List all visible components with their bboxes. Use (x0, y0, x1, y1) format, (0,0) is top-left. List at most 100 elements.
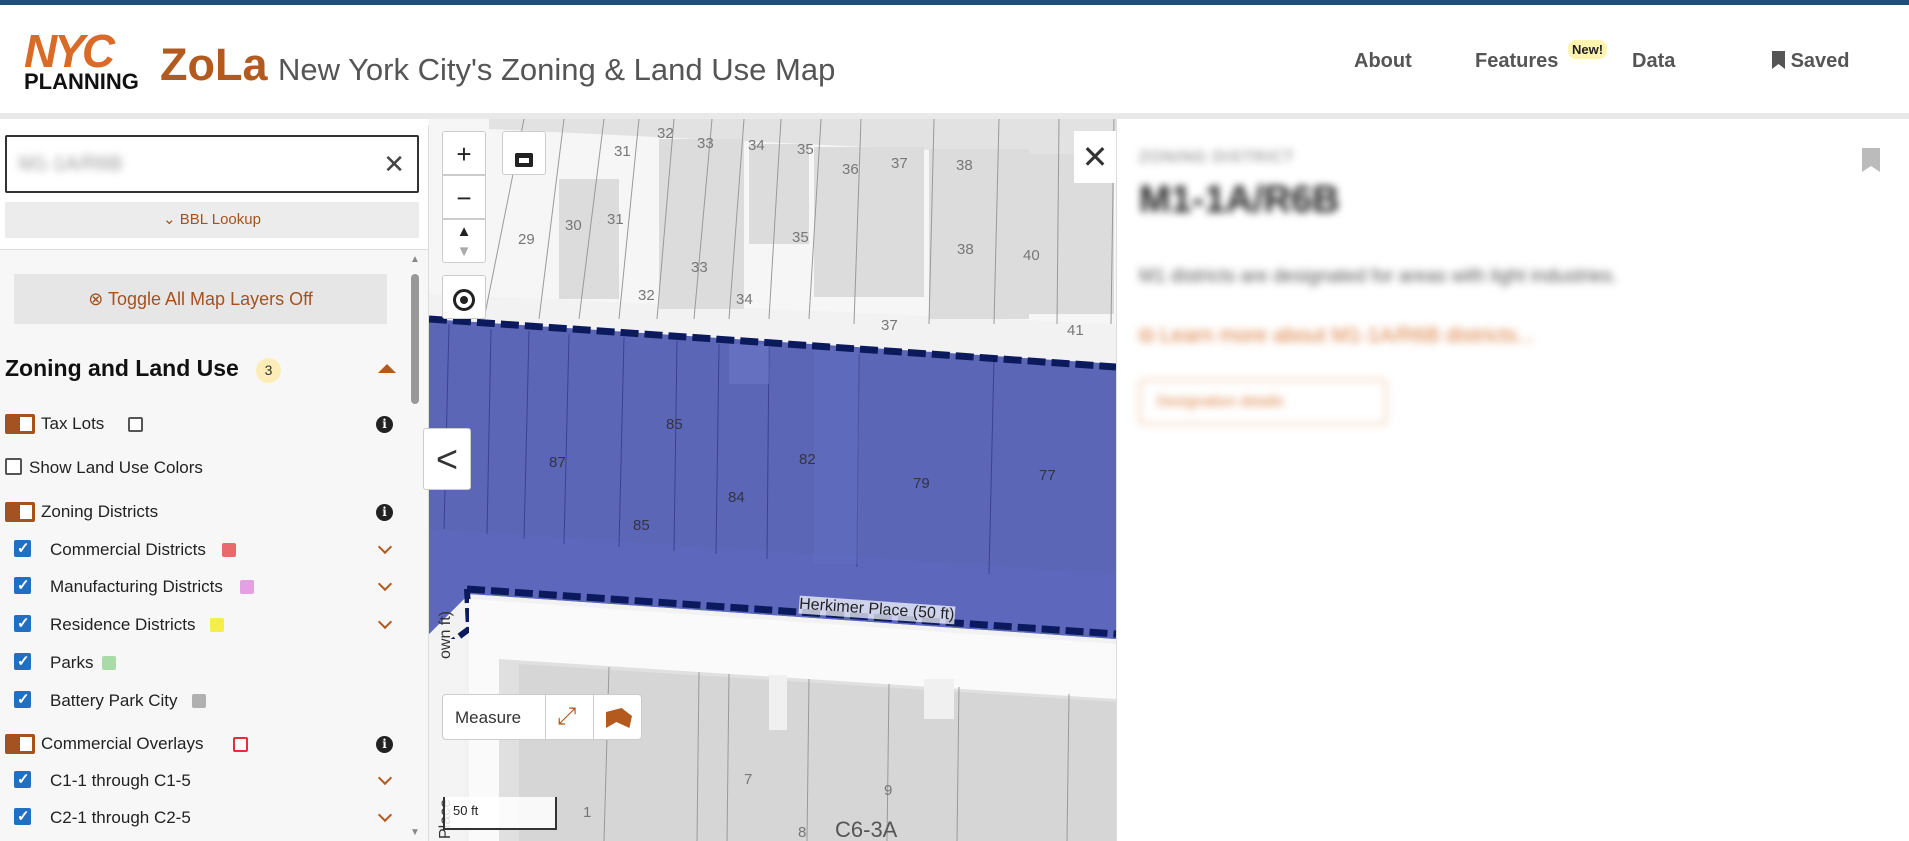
chevron-down-icon: ⌄ (163, 211, 176, 228)
lot-number: 33 (697, 135, 714, 152)
chevron-down-icon[interactable] (377, 770, 393, 786)
lot-number: 36 (842, 161, 859, 178)
layer-c2: C2-1 through C2-5 (0, 804, 400, 832)
manufacturing-districts-checkbox[interactable] (14, 576, 31, 594)
chevron-down-icon[interactable] (377, 614, 393, 630)
land-use-colors-checkbox[interactable] (5, 458, 22, 475)
commercial-districts-checkbox[interactable] (14, 539, 31, 557)
residence-swatch (210, 618, 224, 632)
chevron-down-icon[interactable] (377, 576, 393, 592)
divider (545, 695, 546, 741)
chevron-down-icon[interactable] (377, 539, 393, 555)
commercial-overlays-legend-box (233, 737, 248, 752)
sidebar: M1-1A/R6B ✕ ⌄ BBL Lookup ⊗ Toggle All Ma… (0, 125, 429, 841)
zoom-in-button[interactable]: + (442, 131, 486, 175)
battery-park-city-swatch (192, 694, 206, 708)
layer-parks: Parks (0, 649, 400, 677)
info-icon[interactable]: i (376, 736, 393, 753)
collapse-sidebar-button[interactable]: < (423, 428, 471, 490)
battery-park-city-checkbox[interactable] (14, 690, 31, 708)
residence-districts-checkbox[interactable] (14, 614, 31, 632)
info-icon[interactable]: i (376, 416, 393, 433)
scrollbar-thumb[interactable] (411, 274, 419, 404)
measure-distance-icon[interactable]: ⤢ (557, 703, 576, 731)
c2-checkbox[interactable] (14, 807, 31, 825)
lot-number: 77 (1039, 467, 1056, 484)
external-link-icon: ⧉ (1139, 324, 1160, 347)
app-subtitle: New York City's Zoning & Land Use Map (278, 52, 836, 87)
nav-data[interactable]: Data (1632, 50, 1675, 73)
scroll-down-icon[interactable]: ▼ (410, 827, 420, 838)
layer-zoning-districts: Zoning Districts i (0, 498, 400, 526)
layer-commercial-districts: Commercial Districts (0, 536, 400, 564)
app-brand[interactable]: ZoLa (160, 39, 268, 91)
bbl-lookup-button[interactable]: ⌄ BBL Lookup (5, 202, 419, 238)
residence-districts-label: Residence Districts (50, 615, 196, 634)
lot-number: 85 (666, 416, 683, 433)
section-title[interactable]: Zoning and Land Use (5, 355, 239, 382)
layer-battery-park-city: Battery Park City (0, 687, 400, 715)
lot-number: 29 (518, 231, 535, 248)
clear-search-icon[interactable]: ✕ (383, 149, 405, 180)
close-panel-button[interactable]: ✕ (1074, 131, 1116, 183)
print-button[interactable] (502, 131, 546, 175)
lot-number: 34 (748, 137, 765, 154)
lot-number: 37 (881, 317, 898, 334)
nyc-planning-logo[interactable]: NYC PLANNING (24, 28, 140, 93)
geolocate-button[interactable] (442, 275, 486, 319)
lot-number: 79 (913, 475, 930, 492)
caret-up-icon[interactable] (378, 364, 396, 373)
lot-number: 85 (633, 517, 650, 534)
zoning-districts-toggle[interactable] (5, 502, 35, 522)
tax-lots-toggle[interactable] (5, 414, 35, 434)
nav-saved[interactable]: Saved (1772, 50, 1850, 73)
parks-checkbox[interactable] (14, 652, 31, 670)
scroll-up-icon[interactable]: ▲ (410, 254, 420, 265)
app-header: NYC PLANNING ZoLa New York City's Zoning… (0, 5, 1909, 119)
locate-icon (453, 289, 475, 311)
compass-button[interactable]: ▲ ▼ (442, 219, 486, 263)
search-input[interactable]: M1-1A/R6B ✕ (5, 135, 419, 193)
street-label: Herkimer Place (50 ft) (798, 595, 956, 625)
panel-title: M1-1A/R6B (1139, 179, 1340, 221)
lot-number: 38 (956, 157, 973, 174)
chevron-down-icon[interactable] (377, 807, 393, 823)
manufacturing-districts-label: Manufacturing Districts (50, 577, 223, 596)
info-icon[interactable]: i (376, 504, 393, 521)
layer-land-use-colors: Show Land Use Colors (0, 454, 400, 482)
parks-swatch (102, 656, 116, 670)
lot-number: 30 (565, 217, 582, 234)
lot-number: 32 (657, 125, 674, 142)
c1-checkbox[interactable] (14, 770, 31, 788)
lot-number: 9 (884, 782, 893, 799)
zoom-out-button[interactable]: − (442, 175, 486, 219)
lot-number: 38 (957, 241, 974, 258)
parks-label: Parks (50, 653, 94, 672)
commercial-overlays-label: Commercial Overlays (41, 734, 204, 753)
commercial-overlays-toggle[interactable] (5, 734, 35, 754)
battery-park-city-label: Battery Park City (50, 691, 178, 710)
nav-features[interactable]: Features (1475, 50, 1558, 73)
search-value: M1-1A/R6B (19, 153, 123, 175)
sidebar-scrollbar[interactable]: ▲ ▼ (408, 254, 422, 838)
layer-count-badge: 3 (256, 358, 281, 383)
c2-label: C2-1 through C2-5 (50, 808, 191, 827)
nav-about[interactable]: About (1354, 50, 1412, 73)
map-canvas[interactable]: 31 32 33 34 35 36 37 38 29 30 31 35 33 3… (429, 119, 1116, 841)
commercial-districts-label: Commercial Districts (50, 540, 206, 559)
layer-c1: C1-1 through C1-5 (0, 767, 400, 795)
lot-number: 8 (798, 824, 807, 841)
compass-icon: ▲ ▼ (456, 223, 472, 260)
measure-area-icon[interactable] (606, 708, 632, 728)
designation-button[interactable]: Designation details (1139, 379, 1387, 425)
layer-manufacturing-districts: Manufacturing Districts (0, 573, 400, 601)
divider (593, 695, 594, 741)
learn-more-link[interactable]: ⧉ Learn more about M1-1A/R6B districts..… (1139, 324, 1535, 348)
toggle-all-layers-button[interactable]: ⊗ Toggle All Map Layers Off (14, 274, 387, 324)
circle-x-icon: ⊗ (88, 289, 104, 309)
commercial-swatch (222, 543, 236, 557)
lot-number: 34 (736, 291, 753, 308)
side-street-label: own ft) (437, 610, 454, 659)
nav-saved-label: Saved (1790, 50, 1850, 72)
lot-number: 7 (744, 771, 753, 788)
